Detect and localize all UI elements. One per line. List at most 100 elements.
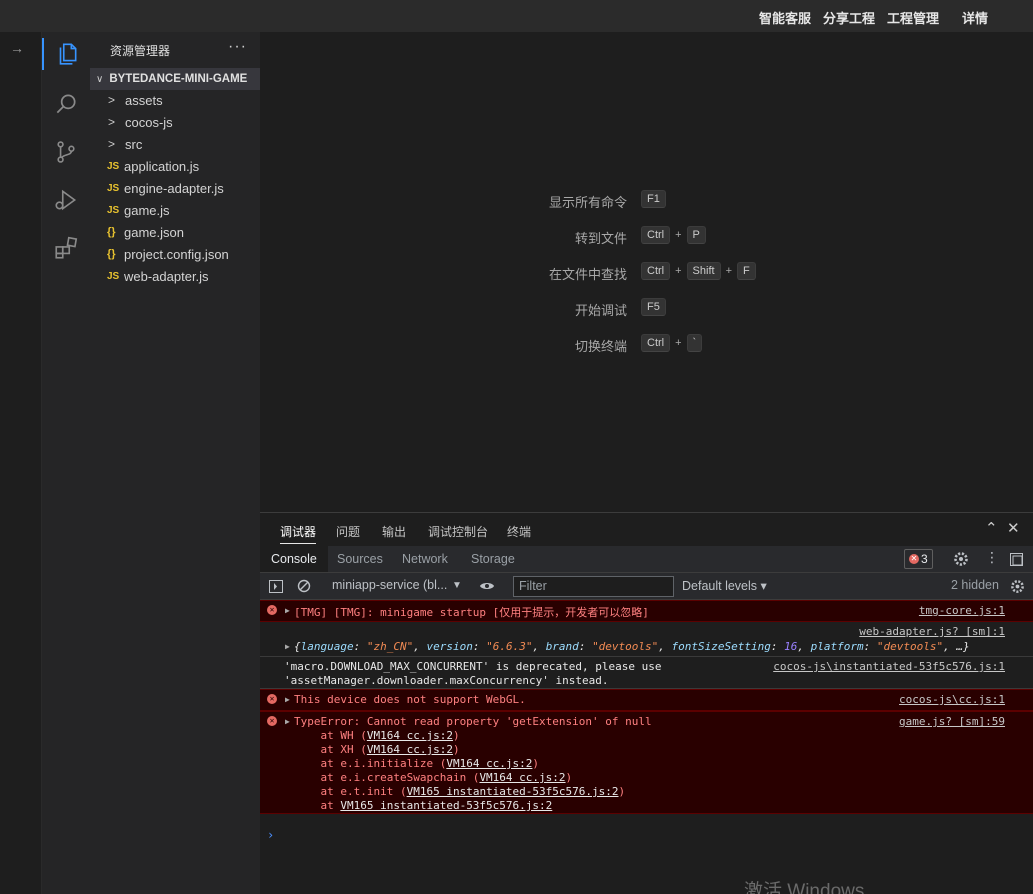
tree-item-label: game.js bbox=[124, 202, 170, 218]
stack-link[interactable]: VM164 cc.js:2 bbox=[479, 771, 565, 784]
console-error-row[interactable]: ✕ ▶ [TMG] [TMG]: minigame startup [仅用于提示… bbox=[260, 600, 1033, 622]
chevron-right-icon: > bbox=[108, 115, 116, 129]
expand-triangle-icon[interactable]: ▶ bbox=[285, 642, 290, 651]
context-selector[interactable]: miniapp-service (bl... bbox=[332, 578, 447, 592]
stack-frame: at XH (VM164 cc.js:2) bbox=[294, 743, 460, 756]
tree-item-folder[interactable]: > assets bbox=[90, 89, 260, 111]
tab-problems[interactable]: 问题 bbox=[336, 523, 360, 540]
tree-item-label: application.js bbox=[124, 158, 200, 174]
welcome-command: 切换终端 Ctrl + ` bbox=[260, 334, 1033, 354]
tree-item-file[interactable]: JS engine-adapter.js bbox=[90, 177, 260, 199]
debug-activity[interactable] bbox=[50, 184, 82, 216]
key: F5 bbox=[641, 298, 666, 316]
clear-console-icon[interactable] bbox=[297, 579, 311, 593]
key: Ctrl bbox=[641, 334, 671, 352]
windows-activation-watermark: 激活 Windows bbox=[744, 881, 865, 894]
expand-triangle-icon[interactable]: ▶ bbox=[285, 606, 290, 615]
share-project-button[interactable]: 分享工程 bbox=[823, 8, 875, 27]
tab-terminal[interactable]: 终端 bbox=[507, 523, 531, 540]
stack-link[interactable]: VM165 instantiated-53f5c576.js:2 bbox=[407, 785, 619, 798]
stack-link[interactable]: VM164 cc.js:2 bbox=[367, 729, 453, 742]
error-icon: ✕ bbox=[267, 716, 277, 726]
console-error-row[interactable]: ✕ ▶ This device does not support WebGL. … bbox=[260, 689, 1033, 711]
explorer-activity[interactable] bbox=[42, 38, 90, 70]
explorer-title: 资源管理器 bbox=[110, 44, 171, 58]
chevron-right-icon: > bbox=[108, 93, 116, 107]
console-message: [TMG] [TMG]: minigame startup [仅用于提示，开发者… bbox=[294, 606, 649, 619]
console-output: ✕ ▶ [TMG] [TMG]: minigame startup [仅用于提示… bbox=[260, 600, 1033, 894]
tree-item-file[interactable]: {} game.json bbox=[90, 221, 260, 243]
activity-bar bbox=[42, 32, 90, 894]
tree-item-label: engine-adapter.js bbox=[124, 180, 224, 196]
expand-triangle-icon[interactable]: ▶ bbox=[285, 717, 290, 726]
workspace-root[interactable]: ∨ BYTEDANCE-MINI-GAME bbox=[90, 68, 260, 90]
console-error-row[interactable]: ✕ ▶ TypeError: Cannot read property 'get… bbox=[260, 711, 1033, 814]
stack-link[interactable]: VM164 cc.js:2 bbox=[367, 743, 453, 756]
smart-support-button[interactable]: 智能客服 bbox=[759, 8, 811, 27]
tree-item-label: assets bbox=[125, 92, 163, 108]
tree-item-file[interactable]: JS web-adapter.js bbox=[90, 265, 260, 287]
key: Shift bbox=[686, 262, 721, 280]
log-levels-dropdown[interactable]: Default levels ▾ bbox=[682, 578, 767, 593]
stack-frame: at e.t.init (VM165 instantiated-53f5c576… bbox=[294, 785, 626, 798]
stack-link[interactable]: VM165 instantiated-53f5c576.js:2 bbox=[340, 799, 552, 812]
source-link[interactable]: web-adapter.js? [sm]:1 bbox=[859, 625, 1005, 638]
tree-item-file[interactable]: {} project.config.json bbox=[90, 243, 260, 265]
tree-item-folder[interactable]: > src bbox=[90, 133, 260, 155]
welcome-command: 开始调试 F5 bbox=[260, 298, 1033, 318]
maximize-panel-icon[interactable]: ⌃ bbox=[985, 519, 998, 537]
source-link[interactable]: tmg-core.js:1 bbox=[919, 604, 1005, 617]
console-settings-icon[interactable] bbox=[1010, 579, 1025, 594]
live-expression-eye-icon[interactable] bbox=[479, 580, 495, 592]
editor-welcome: 显示所有命令 F1 转到文件 Ctrl + P 在文件中查找 Ctrl + Shift +… bbox=[260, 32, 1033, 512]
source-link[interactable]: game.js? [sm]:59 bbox=[899, 715, 1005, 728]
expand-arrow-icon[interactable]: → bbox=[10, 40, 24, 56]
more-options-icon[interactable]: ⋮ bbox=[985, 549, 999, 566]
settings-gear-icon[interactable] bbox=[953, 551, 969, 567]
key: ` bbox=[686, 334, 703, 352]
close-panel-icon[interactable]: ✕ bbox=[1007, 519, 1020, 537]
tab-storage[interactable]: Storage bbox=[460, 546, 526, 572]
tab-network[interactable]: Network bbox=[391, 546, 459, 572]
source-link[interactable]: cocos-js\cc.js:1 bbox=[899, 693, 1005, 706]
hidden-count: 2 hidden bbox=[951, 578, 999, 592]
tree-item-file[interactable]: JS game.js bbox=[90, 199, 260, 221]
tab-sources[interactable]: Sources bbox=[326, 546, 394, 572]
project-manage-button[interactable]: 工程管理 bbox=[887, 8, 939, 27]
key: F1 bbox=[641, 190, 666, 208]
console-message: {language: "zh_CN", version: "6.6.3", br… bbox=[294, 640, 970, 653]
extensions-activity[interactable] bbox=[50, 232, 82, 264]
command-label: 显示所有命令 bbox=[548, 195, 627, 210]
error-count-badge[interactable]: ✕ 3 bbox=[904, 549, 933, 569]
command-label: 在文件中查找 bbox=[548, 267, 627, 282]
tab-debug-console[interactable]: 调试控制台 bbox=[428, 523, 488, 540]
dropdown-arrow-icon[interactable]: ▼ bbox=[452, 580, 462, 591]
tab-debugger[interactable]: 调试器 bbox=[280, 523, 317, 544]
console-warning-row[interactable]: 'macro.DOWNLOAD_MAX_CONCURRENT' is depre… bbox=[260, 657, 1033, 689]
stack-frame: at e.i.createSwapchain (VM164 cc.js:2) bbox=[294, 771, 573, 784]
source-control-activity[interactable] bbox=[50, 136, 82, 168]
more-actions-icon[interactable]: ··· bbox=[228, 38, 247, 56]
sidebar-toggle-icon[interactable] bbox=[269, 580, 283, 593]
source-link[interactable]: cocos-js\instantiated-53f5c576.js:1 bbox=[773, 660, 1005, 673]
dock-side-icon[interactable] bbox=[1010, 553, 1023, 566]
source-control-icon bbox=[57, 141, 75, 163]
console-log-row[interactable]: web-adapter.js? [sm]:1 ▶ {language: "zh_… bbox=[260, 622, 1033, 657]
error-icon: ✕ bbox=[267, 605, 277, 615]
search-activity[interactable] bbox=[50, 88, 82, 120]
expand-triangle-icon[interactable]: ▶ bbox=[285, 695, 290, 704]
key: P bbox=[686, 226, 706, 244]
tree-item-folder[interactable]: > cocos-js bbox=[90, 111, 260, 133]
tree-item-label: cocos-js bbox=[125, 114, 173, 130]
key: Ctrl bbox=[641, 262, 671, 280]
tab-console[interactable]: Console bbox=[260, 546, 328, 572]
filter-input[interactable]: Filter bbox=[513, 576, 674, 597]
console-prompt[interactable]: › bbox=[267, 828, 274, 842]
stack-link[interactable]: VM164 cc.js:2 bbox=[446, 757, 532, 770]
bottom-panel: 调试器 问题 输出 调试控制台 终端 ⌃ ✕ Console Sources N… bbox=[260, 512, 1033, 894]
tab-output[interactable]: 输出 bbox=[382, 523, 406, 540]
tree-item-file[interactable]: JS application.js bbox=[90, 155, 260, 177]
details-button[interactable]: 详情 bbox=[962, 8, 988, 27]
devtools-tabs: Console Sources Network Storage ✕ 3 ⋮ bbox=[260, 546, 1033, 573]
command-label: 切换终端 bbox=[574, 339, 627, 354]
